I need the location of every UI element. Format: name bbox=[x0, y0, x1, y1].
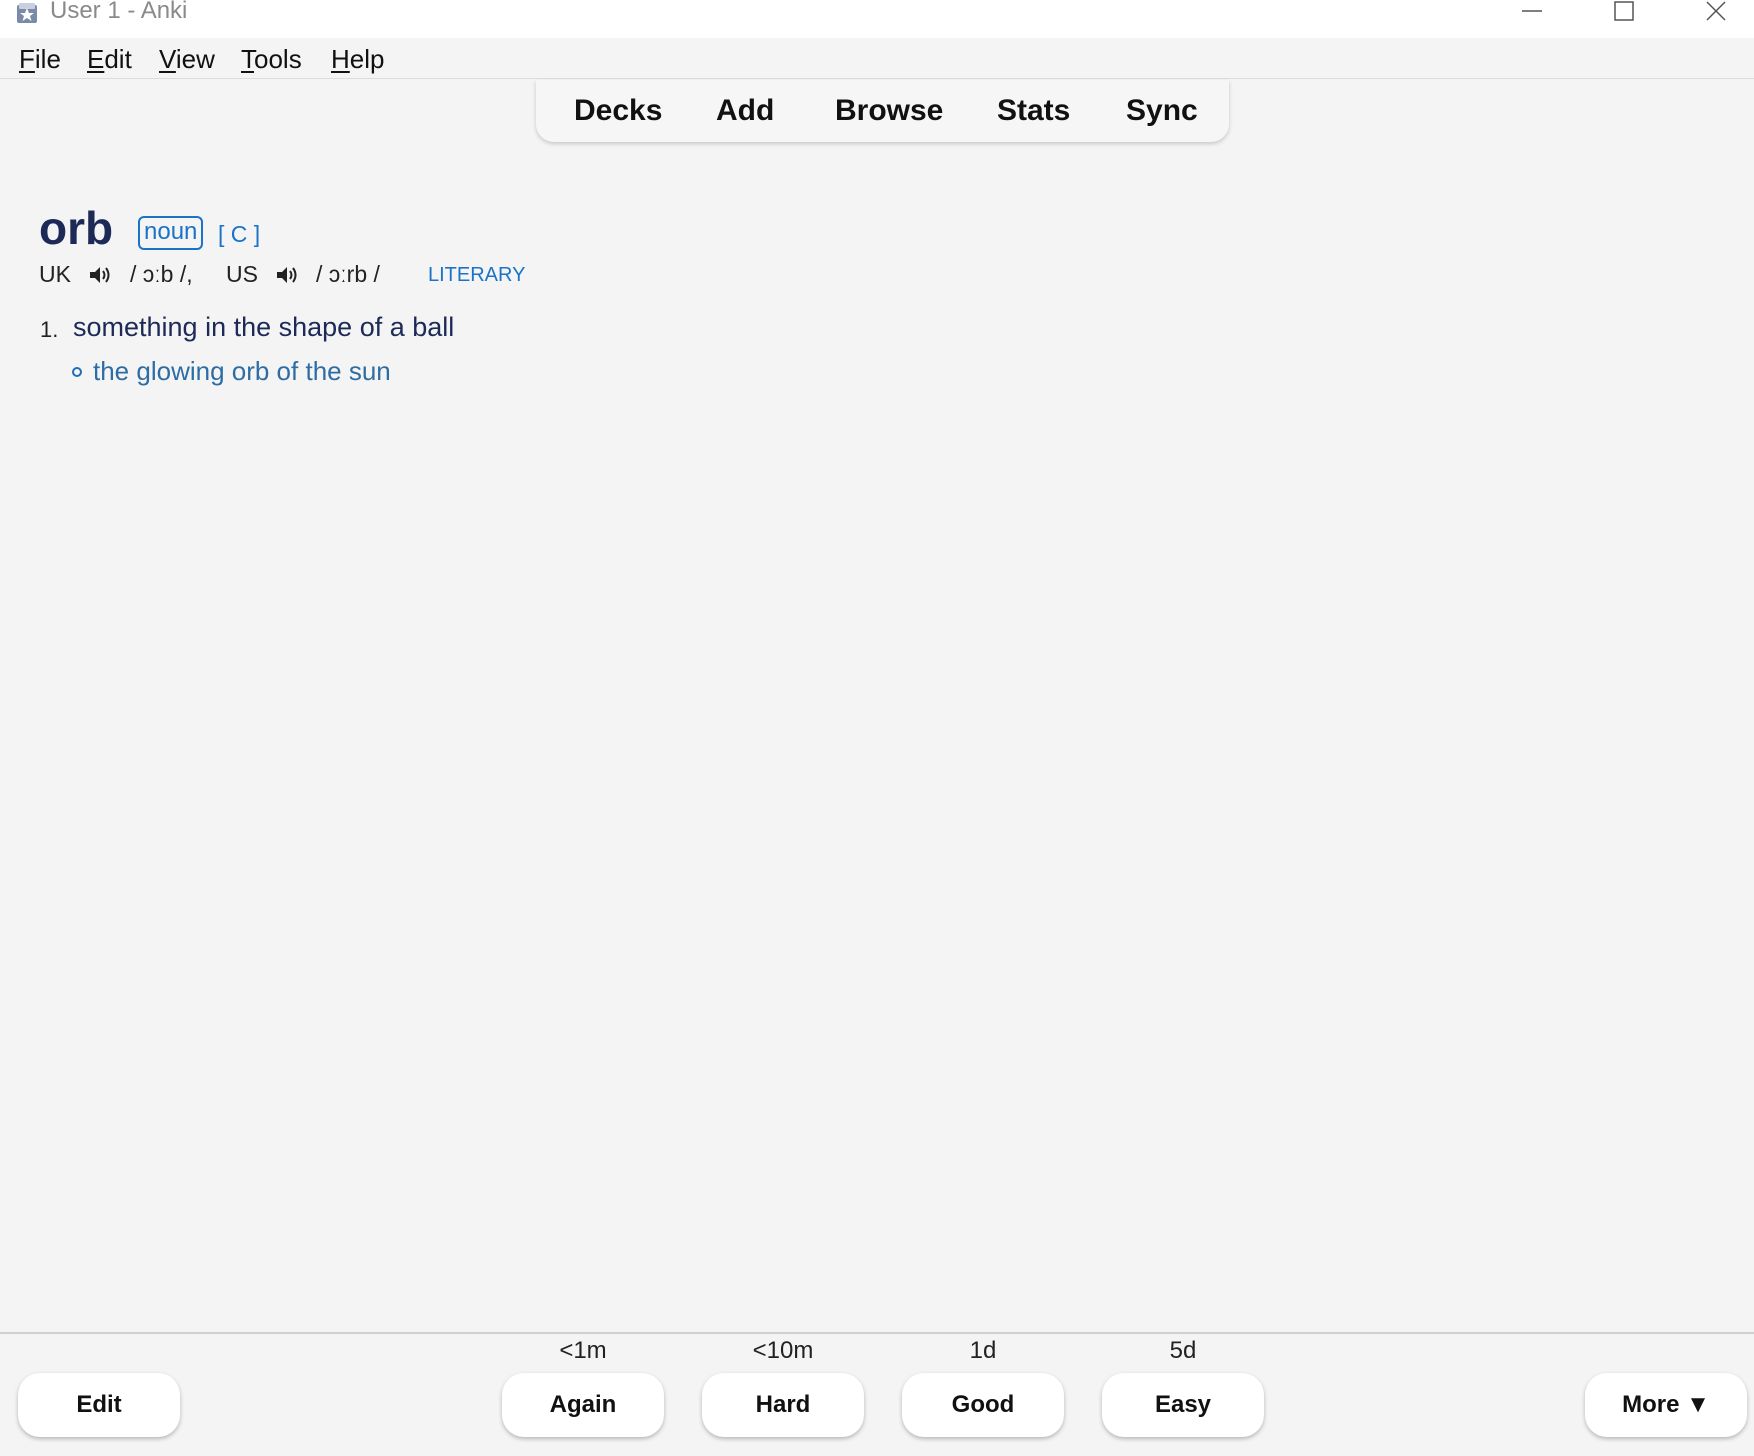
again-button[interactable]: Again bbox=[502, 1373, 664, 1437]
part-of-speech-badge: noun bbox=[138, 216, 204, 250]
title-bar: User 1 - Anki bbox=[0, 0, 1754, 38]
maximize-button[interactable] bbox=[1594, 0, 1654, 26]
menu-edit[interactable]: Edit bbox=[87, 44, 132, 74]
menu-bar: File Edit View Tools Help bbox=[0, 38, 1754, 79]
uk-audio-speaker-icon[interactable] bbox=[88, 264, 112, 286]
anki-star-icon bbox=[17, 3, 37, 23]
easy-interval: 5d bbox=[1169, 1337, 1197, 1364]
hard-interval: <10m bbox=[752, 1337, 814, 1364]
us-audio-speaker-icon[interactable] bbox=[275, 264, 299, 286]
register-label: LITERARY bbox=[428, 264, 526, 286]
answer-bar bbox=[0, 1332, 1754, 1456]
again-interval: <1m bbox=[559, 1337, 607, 1364]
toolbar-sync[interactable]: Sync bbox=[1126, 94, 1198, 128]
menu-file[interactable]: File bbox=[19, 44, 61, 74]
menu-tools[interactable]: Tools bbox=[241, 44, 302, 74]
main-toolbar: Decks Add Browse Stats Sync bbox=[536, 80, 1229, 142]
toolbar-stats[interactable]: Stats bbox=[997, 94, 1070, 128]
good-button[interactable]: Good bbox=[902, 1373, 1064, 1437]
minimize-icon bbox=[1522, 10, 1542, 12]
uk-label: UK bbox=[39, 261, 71, 287]
headword: orb bbox=[39, 202, 114, 254]
easy-button[interactable]: Easy bbox=[1102, 1373, 1264, 1437]
toolbar-decks[interactable]: Decks bbox=[574, 94, 662, 128]
example-bullet-icon bbox=[72, 367, 82, 377]
us-ipa: / ɔːrb / bbox=[316, 261, 380, 287]
grammar-code: [ C ] bbox=[218, 221, 261, 247]
hard-button[interactable]: Hard bbox=[702, 1373, 864, 1437]
us-label: US bbox=[226, 261, 258, 287]
example-sentence: the glowing orb of the sun bbox=[93, 356, 391, 386]
more-button[interactable]: More ▼ bbox=[1585, 1373, 1747, 1437]
window-title: User 1 - Anki bbox=[50, 0, 188, 24]
good-interval: 1d bbox=[969, 1337, 997, 1364]
edit-button[interactable]: Edit bbox=[18, 1373, 180, 1437]
toolbar-browse[interactable]: Browse bbox=[835, 94, 943, 128]
menu-help[interactable]: Help bbox=[331, 44, 384, 74]
menu-view[interactable]: View bbox=[159, 44, 215, 74]
toolbar-add[interactable]: Add bbox=[716, 94, 774, 128]
uk-ipa: / ɔːb /, bbox=[130, 261, 193, 287]
close-icon bbox=[1706, 1, 1726, 21]
sense-number: 1. bbox=[40, 317, 59, 342]
close-button[interactable] bbox=[1686, 0, 1746, 26]
definition-text: something in the shape of a ball bbox=[73, 312, 455, 342]
maximize-icon bbox=[1614, 1, 1634, 21]
minimize-button[interactable] bbox=[1502, 0, 1562, 26]
